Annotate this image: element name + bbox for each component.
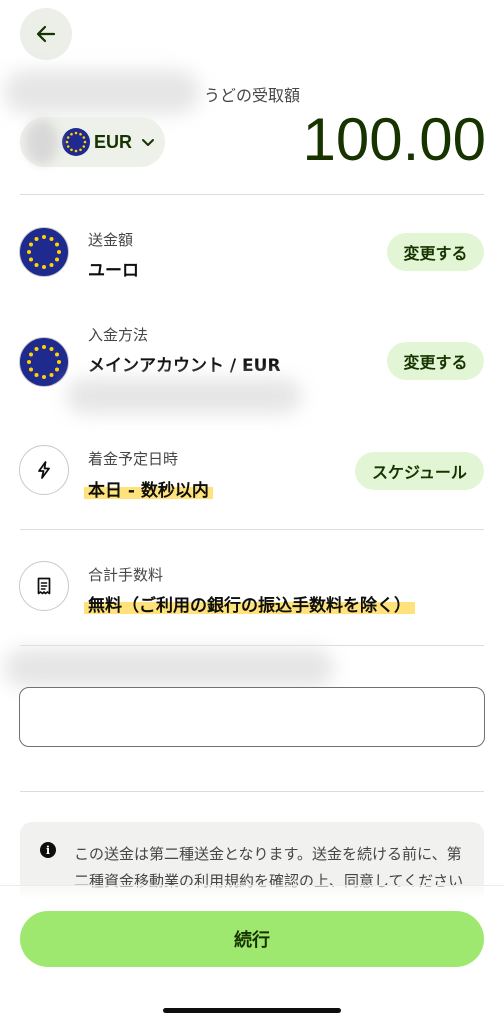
change-payment-method-button[interactable]: 変更する [387,342,484,380]
continue-button[interactable]: 続行 [20,911,484,967]
lightning-icon-circle [19,445,69,495]
total-fee-label: 合計手数料 [88,566,164,584]
redacted-currency-area [26,120,58,164]
lightning-icon [38,461,50,479]
eu-flag-icon [62,128,90,156]
divider [20,529,484,530]
send-amount-value: ユーロ [88,261,139,281]
reference-input[interactable] [19,687,485,747]
payment-method-label: 入金方法 [88,326,149,344]
recipient-receive-label: うどの受取額 [204,86,301,105]
back-button[interactable] [20,8,72,60]
eu-flag-icon [19,227,69,277]
redacted-reference-label [4,648,334,688]
change-currency-button[interactable]: 変更する [387,233,484,271]
receipt-icon-circle [19,561,69,611]
divider [20,194,484,195]
payment-method-value: メインアカウント / EUR [88,356,281,376]
home-indicator [163,1008,341,1013]
currency-code: EUR [94,131,133,152]
schedule-button[interactable]: スケジュール [355,452,484,490]
receipt-icon [37,577,51,595]
arrival-time-label: 着金予定日時 [88,450,179,468]
eu-flag-icon [19,337,69,387]
arrival-time-highlight: 本日 - 数秒以内 [84,481,213,501]
divider [20,645,484,646]
chevron-down-icon [142,139,155,146]
redacted-recipient-name [4,70,200,114]
send-amount-label: 送金額 [88,231,134,249]
receive-amount-input[interactable]: 100.00 [302,100,486,180]
arrow-left-icon [36,25,56,43]
total-fee-value: 無料（ご利用の銀行の振込手数料を除く） [84,591,415,616]
info-icon: i [40,842,56,858]
redacted-account-detail [66,378,302,414]
arrival-time-value: 本日 - 数秒以内 [84,476,213,501]
total-fee-highlight: 無料（ご利用の銀行の振込手数料を除く） [84,596,415,616]
divider [20,791,484,792]
